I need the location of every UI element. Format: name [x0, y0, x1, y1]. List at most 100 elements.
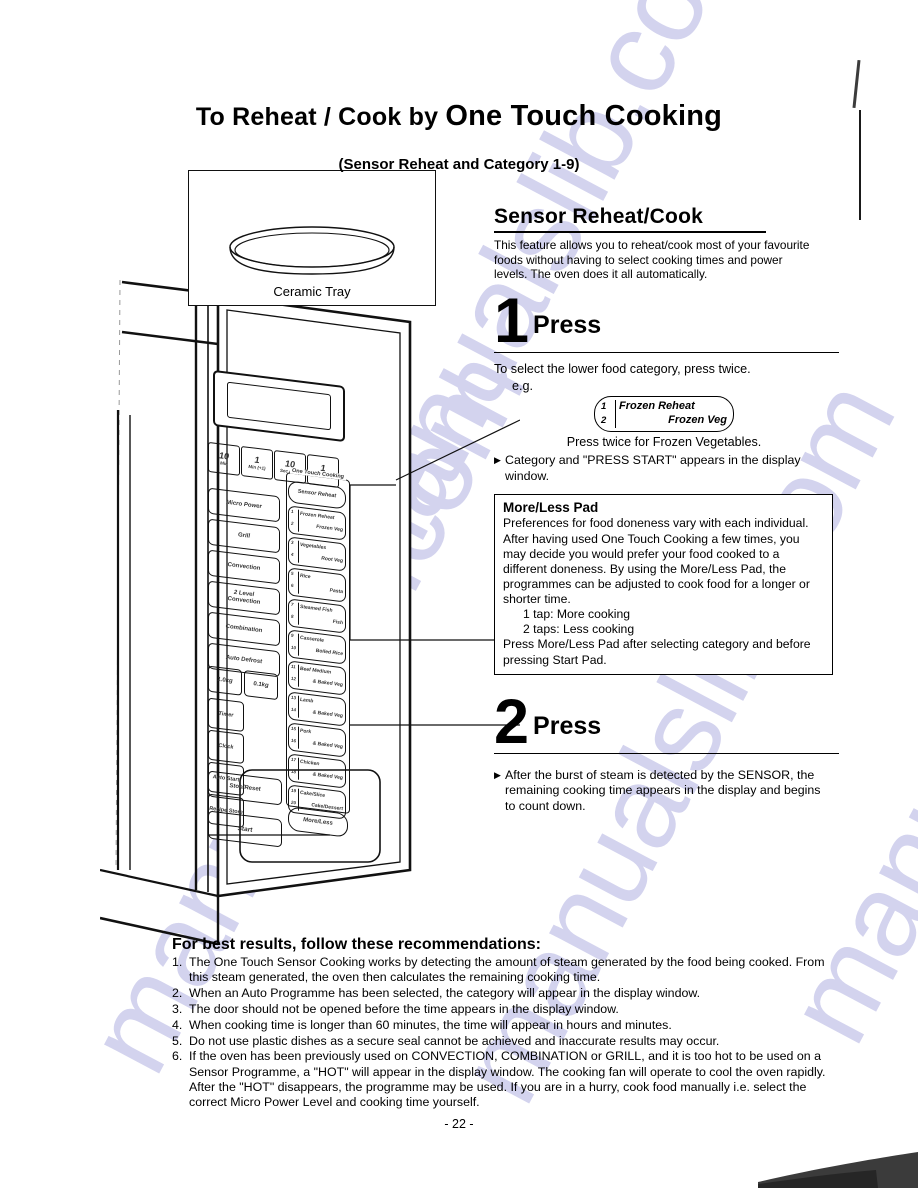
pad-divider [298, 633, 299, 656]
pad-label-2: & Baked Veg [312, 678, 343, 689]
pad-number-2: 12 [291, 675, 297, 682]
right-column: Sensor Reheat/Cook This feature allows y… [494, 205, 839, 815]
recommendation-item: 4. When cooking time is longer than 60 mi… [172, 1018, 832, 1033]
recommendation-index: 4. [172, 1017, 183, 1032]
one-touch-pad[interactable]: 11 12 Beef Medium & Baked Veg [288, 660, 346, 696]
step-1-bullet: ▶ Category and "PRESS START" appears in … [494, 453, 834, 484]
recommendations-heading: For best results, follow these recommend… [172, 936, 541, 953]
time-pad-unit: Min (+1) [248, 463, 266, 471]
pad-label-1: Lamb [300, 696, 314, 705]
pad-label-1: Steamed Fish [300, 603, 333, 614]
page-title: To Reheat / Cook by One Touch Cooking [0, 100, 918, 133]
pad-label-1: Vegetables [300, 541, 327, 552]
example-category-chip: 1 2 Frozen Reheat Frozen Veg [594, 396, 734, 433]
divider-rule-2 [494, 752, 839, 754]
one-touch-pad[interactable]: 1 2 Frozen Reheat Frozen Veg [288, 505, 346, 541]
more-less-tap-2: 2 taps: Less cooking [523, 622, 635, 637]
pad-number-2: 20 [291, 799, 297, 806]
chip-label-1: Frozen Reheat [619, 400, 695, 413]
recommendation-index: 2. [172, 986, 183, 1001]
one-touch-pad[interactable]: 3 4 Vegetables Root Veg [288, 536, 346, 572]
chip-caption: Press twice for Frozen Vegetables. [566, 435, 762, 450]
more-less-body-2: Press More/Less Pad after selecting cate… [503, 637, 811, 667]
mode-pad[interactable]: Clock [208, 729, 244, 764]
pad-divider [298, 695, 299, 718]
pad-number-2: 2 [291, 520, 294, 527]
one-touch-pad[interactable]: 17 18 Chicken & Baked Veg [288, 753, 346, 789]
function-pad-label: Micro Power [226, 499, 262, 510]
page-number: - 22 - [444, 1117, 474, 1131]
left-pads-column: Micro Power Grill Convection 2 Level Convect… [208, 487, 280, 678]
display-window [227, 381, 331, 431]
pad-label-2: & Baked Veg [312, 771, 343, 782]
step-1-number: 1 [494, 285, 530, 356]
pad-label-1: Chicken [300, 758, 320, 768]
function-pad[interactable]: Grill [208, 518, 280, 554]
pad-label-1: Casserole [300, 634, 324, 644]
pad-divider [298, 726, 299, 749]
pad-number-1: 11 [291, 663, 296, 670]
step-2-bullet-text: After the burst of steam is detected by … [505, 767, 821, 813]
section-intro: This feature allows you to reheat/cook m… [494, 238, 810, 282]
pad-number-2: 18 [291, 768, 297, 775]
pad-number-1: 15 [291, 725, 297, 732]
recommendation-item: 2. When an Auto Programme has been select… [172, 986, 832, 1001]
pad-divider [298, 664, 299, 687]
recommendations-list: 1. The One Touch Sensor Cooking works by … [172, 955, 832, 1111]
recommendation-text: The One Touch Sensor Cooking works by de… [189, 955, 825, 985]
recommendation-text: If the oven has been previously used on … [189, 1049, 826, 1110]
recommendation-item: 6. If the oven has been previously used o… [172, 1049, 832, 1110]
recommendation-text: When an Auto Programme has been selected… [189, 986, 701, 1001]
pad-label-2: & Baked Veg [312, 740, 343, 751]
triangle-bullet-icon: ▶ [494, 455, 501, 466]
pad-number-2: 10 [291, 644, 297, 651]
pad-number-2: 6 [291, 582, 294, 589]
recommendation-text: The door should not be opened before the… [189, 1001, 619, 1016]
pad-number-1: 9 [291, 632, 294, 639]
pad-label-2: & Baked Veg [312, 709, 343, 720]
more-less-title: More/Less Pad [503, 500, 599, 516]
chip-label-2: Frozen Veg [668, 414, 727, 427]
recommendation-item: 1. The One Touch Sensor Cooking works by … [172, 955, 832, 986]
function-pad[interactable]: Convection [208, 549, 280, 585]
function-pad[interactable]: Combination [208, 611, 280, 647]
one-touch-pad[interactable]: 7 8 Steamed Fish Fish [288, 598, 346, 634]
pad-number-1: 5 [291, 570, 294, 577]
quad-pads-grid: Timer Clock Auto Start Recipe Store [208, 697, 280, 828]
one-touch-pad[interactable]: 9 10 Casserole Boiled Rice [288, 629, 346, 665]
recommendation-text: Do not use plastic dishes as a secure se… [189, 1033, 720, 1048]
pad-label-2: Boiled Rice [315, 647, 343, 658]
one-touch-pad[interactable]: 15 16 Pork & Baked Veg [288, 722, 346, 758]
function-pad[interactable]: Micro Power [208, 487, 280, 523]
pad-label-1: Rice [300, 572, 311, 581]
pad-label-1: Cake/Slice [300, 789, 326, 799]
pad-divider [298, 509, 299, 532]
one-touch-pads-column: Sensor Reheat 1 2 Frozen Reheat Frozen Veg 3 4… [288, 480, 346, 822]
step-2-bullet: ▶ After the burst of steam is detected b… [494, 768, 834, 815]
triangle-bullet-icon: ▶ [494, 769, 501, 780]
chip-number-1: 1 [601, 401, 607, 413]
weight-pad[interactable]: 1.0kg [208, 665, 242, 696]
manual-page: manualslib.com manualslib.com manualslib… [0, 0, 918, 1188]
one-touch-pad[interactable]: 5 6 Rice Pasta [288, 567, 346, 603]
pad-label-1: Sensor Reheat [297, 488, 337, 500]
pad-number-1: 17 [291, 756, 297, 763]
one-touch-pad[interactable]: 13 14 Lamb & Baked Veg [288, 691, 346, 727]
step-1-bullet-text: Category and "PRESS START" appears in th… [505, 453, 801, 483]
weight-pad[interactable]: 0.1kg [244, 670, 278, 701]
pad-divider [298, 571, 299, 594]
recommendation-index: 3. [172, 1001, 183, 1016]
time-pad-unit: Min [220, 459, 228, 466]
pad-label-2: Fish [332, 618, 343, 627]
pad-divider [298, 540, 299, 563]
page-subtitle: (Sensor Reheat and Category 1-9) [338, 156, 580, 173]
time-pad[interactable]: 10 Min [208, 441, 240, 476]
section-heading-wrap: Sensor Reheat/Cook [494, 205, 766, 233]
time-pad[interactable]: 1 Min (+1) [241, 445, 273, 480]
pad-label-1: Pork [300, 727, 312, 736]
pad-divider [298, 602, 299, 625]
function-pad[interactable]: 2 Level Convection [208, 580, 280, 616]
recommendation-index: 1. [172, 955, 183, 969]
mode-pad[interactable]: Timer [208, 697, 244, 732]
pad-label-1: Frozen Reheat [300, 510, 335, 522]
